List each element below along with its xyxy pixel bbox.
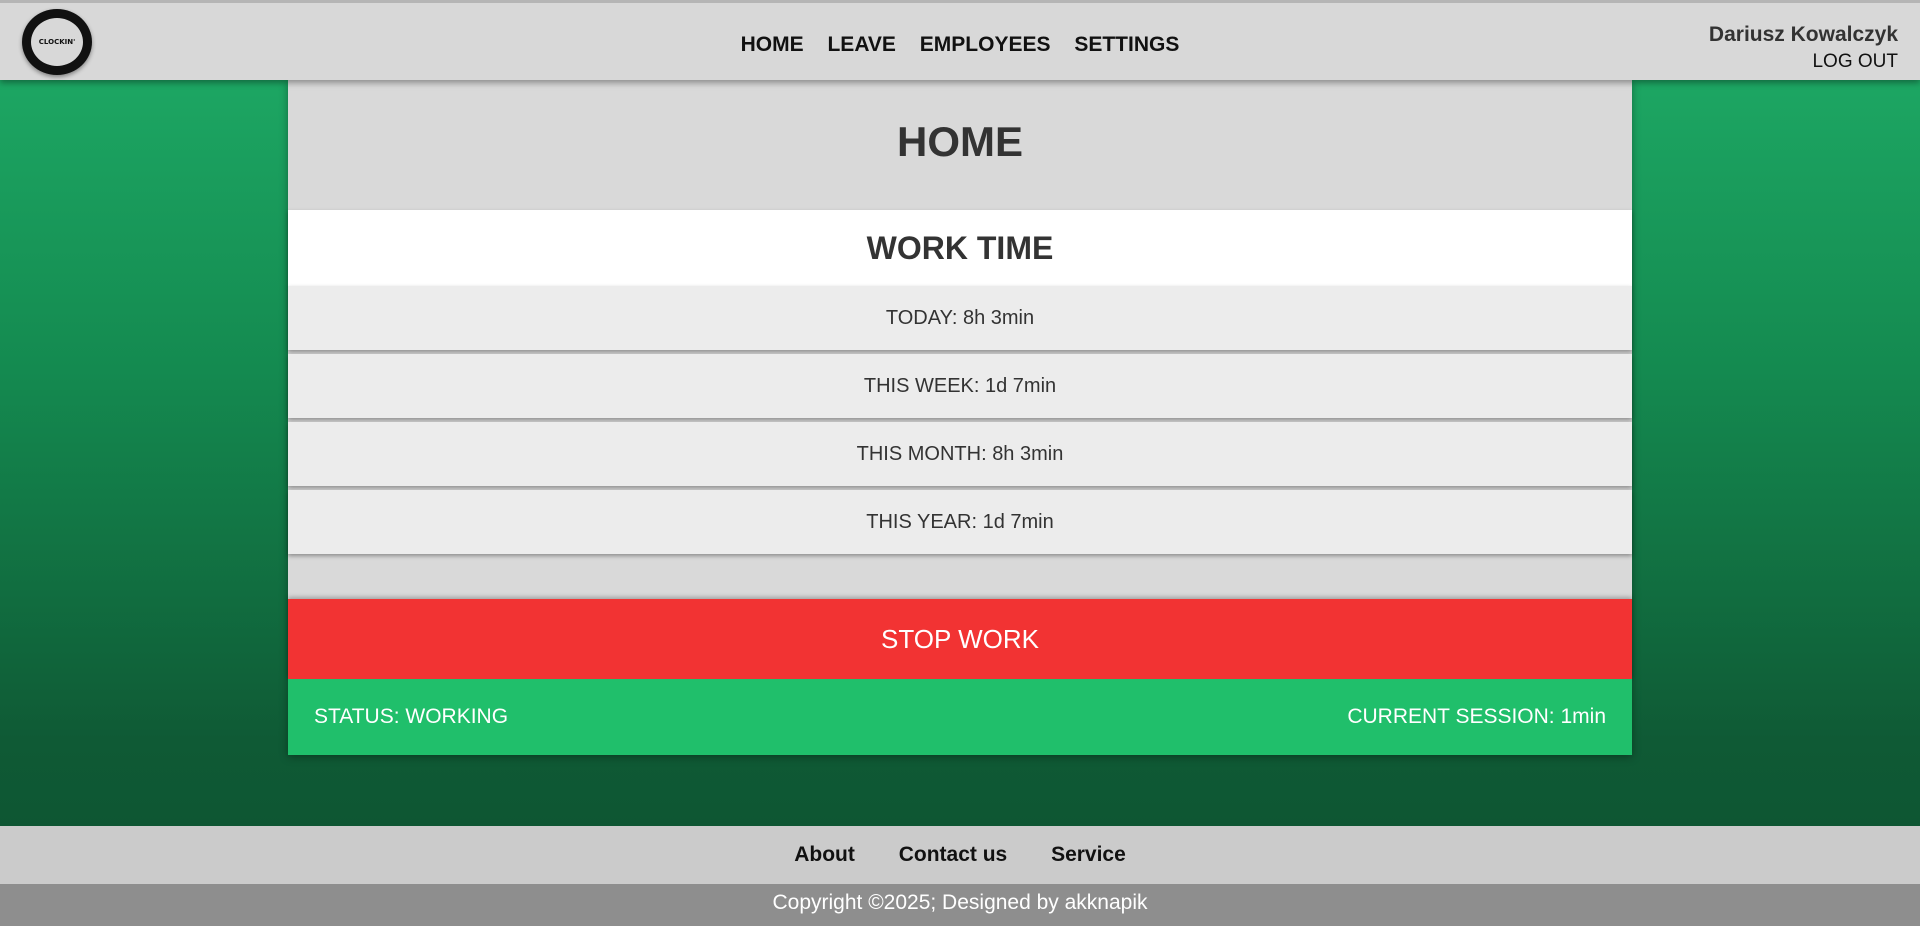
nav-leave-link[interactable]: LEAVE (827, 33, 895, 56)
nav-home-link[interactable]: HOME (741, 33, 804, 56)
stat-this-week: THIS WEEK: 1d 7min (288, 354, 1632, 418)
nav-settings-link[interactable]: SETTINGS (1074, 33, 1179, 56)
stat-today: TODAY: 8h 3min (288, 286, 1632, 350)
stop-work-button[interactable]: STOP WORK (288, 599, 1632, 679)
user-name: Dariusz Kowalczyk (1708, 23, 1898, 46)
logout-link[interactable]: LOG OUT (1812, 51, 1898, 73)
current-session-text: CURRENT SESSION: 1min (1347, 705, 1606, 728)
page-title: HOME (897, 118, 1023, 165)
stat-this-month: THIS MONTH: 8h 3min (288, 422, 1632, 486)
main-nav: HOME LEAVE EMPLOYEES SETTINGS (0, 33, 1920, 57)
status-text: STATUS: WORKING (314, 705, 509, 728)
footer-links: About Contact us Service (0, 826, 1920, 884)
status-bar: STATUS: WORKING CURRENT SESSION: 1min (288, 679, 1632, 755)
home-card: HOME WORK TIME TODAY: 8h 3min THIS WEEK:… (288, 80, 1632, 755)
footer-about-link[interactable]: About (794, 826, 855, 884)
stat-this-year: THIS YEAR: 1d 7min (288, 490, 1632, 554)
work-time-heading: WORK TIME (288, 210, 1632, 286)
nav-employees-link[interactable]: EMPLOYEES (920, 33, 1051, 56)
top-navigation-bar: CLOCKIN' HOME LEAVE EMPLOYEES SETTINGS D… (0, 0, 1920, 80)
footer-contact-link[interactable]: Contact us (899, 826, 1008, 884)
footer-service-link[interactable]: Service (1051, 826, 1126, 884)
copyright-text: Copyright ©2025; Designed by akknapik (0, 884, 1920, 926)
